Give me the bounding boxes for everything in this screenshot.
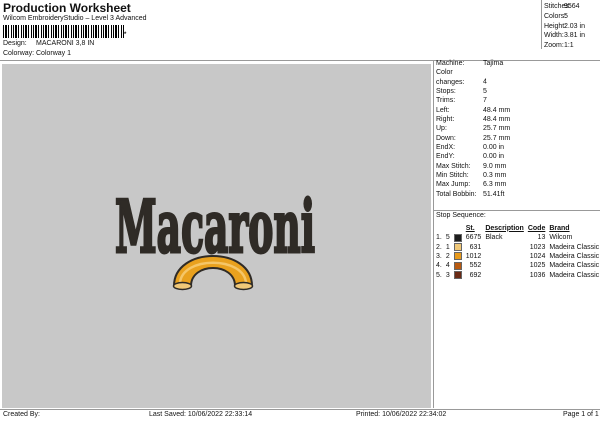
macaroni-design: Macaroni bbox=[114, 183, 317, 291]
info-color-changes: Color changes: 4 bbox=[436, 69, 487, 86]
color-swatch bbox=[453, 243, 462, 252]
color-swatch bbox=[453, 252, 462, 261]
stop-sequence-table: St. Description Code Brand 1. 5 6675 Black… bbox=[434, 223, 600, 280]
info-total-bobbin: Total Bobbin: 51.41ft bbox=[436, 190, 505, 198]
table-row: 2.1 631 1023Madeira Classic 40 bbox=[436, 243, 600, 252]
design-preview-canvas: Macaroni bbox=[2, 64, 431, 408]
info-trims: Trims: 7 bbox=[436, 97, 487, 105]
table-row: 3.2 1012 1024Madeira Classic 40 bbox=[436, 252, 600, 261]
table-row: 1. 5 6675 Black 13 Wilcom bbox=[436, 233, 573, 242]
design-value: MACARONI 3,8 IN bbox=[36, 40, 95, 47]
stat-width: Width: 3.81 in bbox=[544, 32, 585, 40]
footer-page: Page 1 of 1 bbox=[563, 411, 599, 418]
colorway-label: Colorway: bbox=[3, 50, 35, 57]
stat-height: Height: 2.03 in bbox=[544, 22, 585, 30]
table-row: 4.4 552 1025Madeira Classic 40 bbox=[436, 261, 600, 270]
colorway-value: Colorway 1 bbox=[36, 50, 72, 57]
color-swatch bbox=[453, 233, 462, 242]
stat-stitches: Stitches: 9564 bbox=[544, 3, 580, 10]
top-stats: Stitches: 9564 Colors: 5 Height: 2.03 in… bbox=[544, 2, 585, 51]
info-min-stitch: Min Stitch: 0.3 mm bbox=[436, 172, 507, 180]
stop-sequence-heading: Stop Sequence: bbox=[436, 212, 486, 219]
footer-created-by: Created By: bbox=[3, 411, 40, 418]
info-max-jump: Max Jump: 6.3 mm bbox=[436, 181, 507, 189]
col-code: Code bbox=[527, 224, 546, 232]
color-swatch bbox=[453, 261, 462, 270]
barcode-mark: * bbox=[124, 32, 127, 38]
design-text: Macaroni bbox=[115, 184, 315, 269]
design-row: Design: MACARONI 3,8 IN bbox=[3, 40, 94, 47]
worksheet-title: Production Worksheet bbox=[3, 1, 131, 15]
info-endy: EndY: 0.00 in bbox=[436, 153, 505, 161]
info-left: Left: 48.4 mm bbox=[436, 106, 511, 114]
info-right: Right: 48.4 mm bbox=[436, 116, 511, 124]
stat-zoom: Zoom: 1:1 bbox=[544, 42, 574, 50]
col-st: St. bbox=[465, 224, 475, 232]
software-subtitle: Wilcom EmbroideryStudio – Level 3 Advanc… bbox=[3, 15, 147, 22]
info-stops: Stops: 5 bbox=[436, 88, 487, 96]
info-max-stitch: Max Stitch: 9.0 mm bbox=[436, 162, 507, 170]
design-label: Design: bbox=[3, 40, 27, 47]
info-down: Down: 25.7 mm bbox=[436, 134, 511, 142]
col-brand: Brand bbox=[549, 224, 570, 232]
info-endx: EndX: 0.00 in bbox=[436, 144, 505, 152]
table-row: 5.3 692 1036Madeira Classic 40 bbox=[436, 271, 600, 280]
info-machine: Machine: Tajima bbox=[436, 60, 504, 67]
colorway-row: Colorway: Colorway 1 bbox=[3, 50, 71, 57]
color-swatch bbox=[453, 271, 462, 280]
col-description: Description bbox=[485, 224, 524, 232]
barcode bbox=[3, 25, 125, 38]
stop-table-header: St. Description Code Brand bbox=[434, 223, 600, 233]
machine-info: Machine: Tajima Color changes: 4 Stops: 5 T… bbox=[436, 59, 510, 199]
footer-divider bbox=[0, 409, 600, 410]
info-up: Up: 25.7 mm bbox=[436, 125, 511, 133]
stats-divider bbox=[541, 0, 542, 49]
stops-divider bbox=[434, 210, 600, 211]
footer-printed: Printed: 10/06/2022 22:34:02 bbox=[356, 411, 447, 418]
footer-last-saved: Last Saved: 10/06/2022 22:33:14 bbox=[149, 411, 253, 418]
stat-colors: Colors: 5 bbox=[544, 12, 568, 20]
